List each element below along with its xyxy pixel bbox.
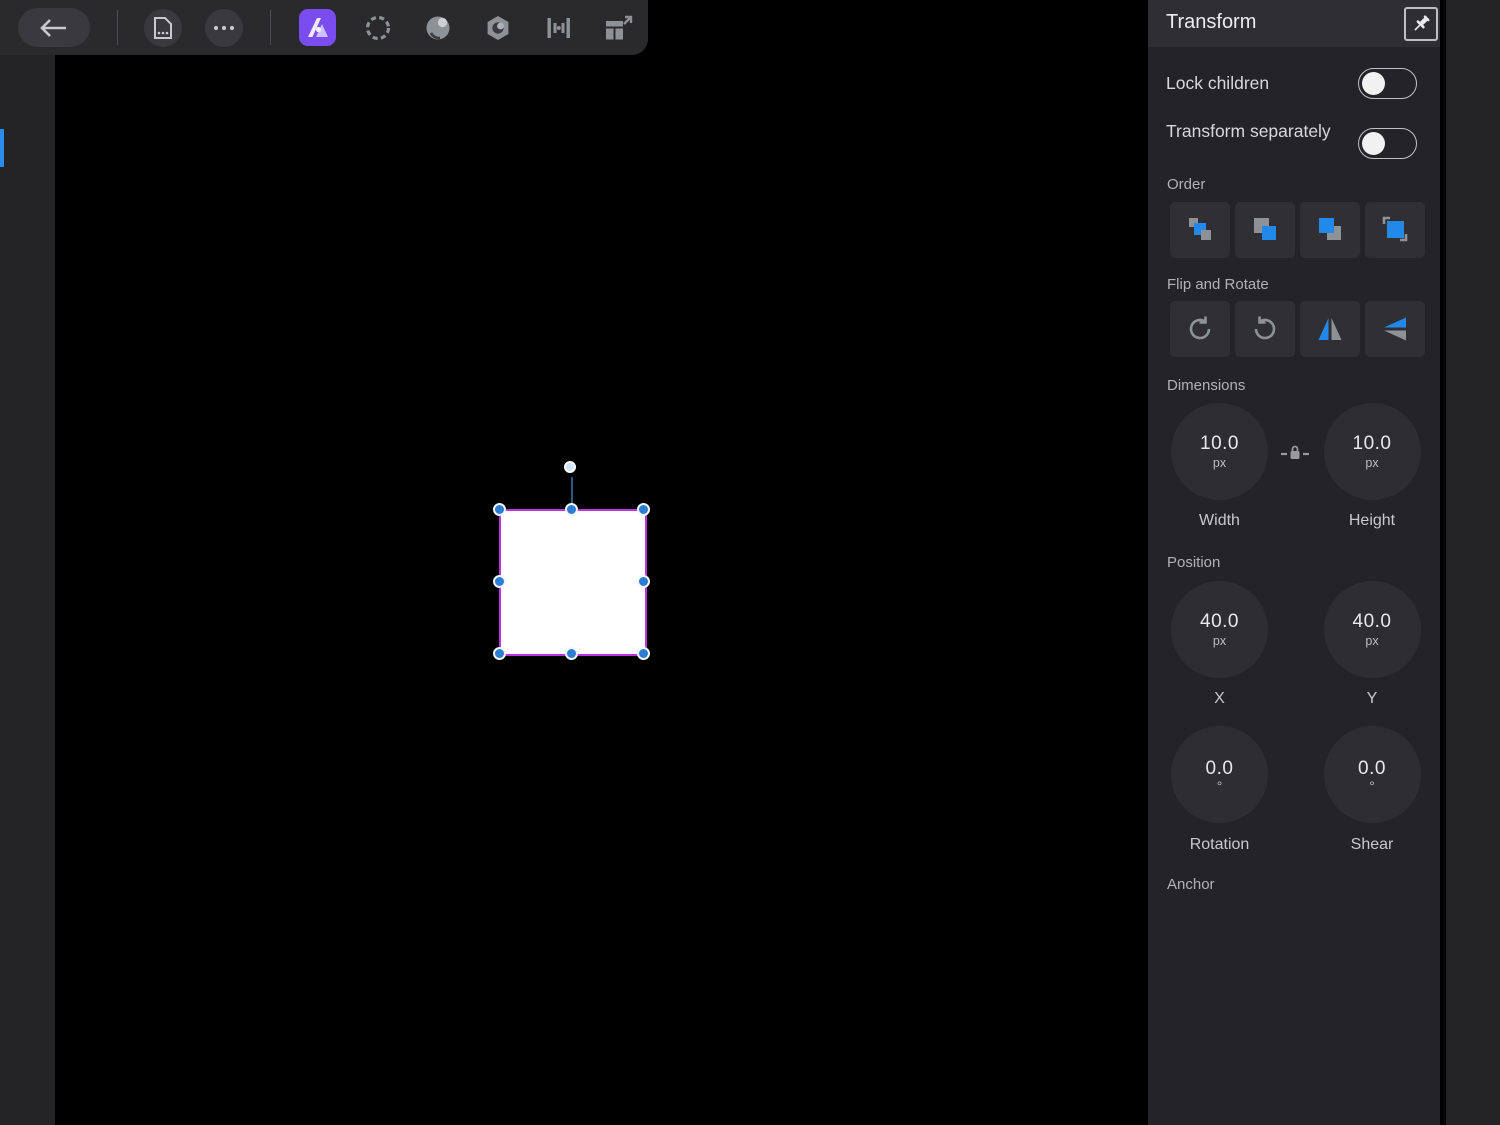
flip-rotate-section-label: Flip and Rotate [1167, 276, 1269, 293]
width-label: Width [1155, 512, 1285, 530]
tools-sidebar [0, 0, 55, 1125]
y-dial[interactable]: 40.0 px [1324, 581, 1421, 678]
lock-icon [1281, 444, 1309, 462]
shear-label: Shear [1307, 836, 1437, 854]
transform-panel: Transform Lock children Transform separa… [1148, 0, 1440, 1125]
link-dimensions-lock[interactable] [1281, 444, 1309, 467]
forward-one-button[interactable] [1300, 202, 1360, 258]
panel-header: Transform [1148, 0, 1440, 47]
position-section-label: Position [1167, 554, 1220, 571]
more-options-button[interactable] [205, 9, 243, 47]
selection-handle-s[interactable] [565, 647, 578, 660]
liquify-icon [423, 13, 453, 43]
shear-dial[interactable]: 0.0 ° [1324, 726, 1421, 823]
x-dial[interactable]: 40.0 px [1171, 581, 1268, 678]
selection-handle-w[interactable] [493, 575, 506, 588]
lock-children-label: Lock children [1166, 72, 1356, 94]
persona-liquify[interactable] [419, 9, 456, 46]
persona-export[interactable] [599, 9, 636, 46]
move-to-back-icon [1183, 214, 1217, 246]
rotation-dial[interactable]: 0.0 ° [1171, 726, 1268, 823]
rotate-cw-icon [1184, 313, 1216, 345]
studio-sidebar [1443, 0, 1500, 1125]
x-label: X [1155, 690, 1285, 708]
selection-handle-e[interactable] [637, 575, 650, 588]
flip-horizontal-icon [1314, 313, 1346, 345]
anchor-section-label: Anchor [1167, 876, 1215, 893]
toolbar-divider [270, 10, 271, 45]
selection-handle-ne[interactable] [637, 503, 650, 516]
pin-panel-button[interactable] [1404, 7, 1438, 41]
persona-photo-active[interactable] [299, 9, 336, 46]
transform-separately-label: Transform separately [1166, 120, 1356, 142]
lock-children-toggle[interactable] [1358, 68, 1417, 99]
flip-horizontal-button[interactable] [1300, 301, 1360, 357]
panel-title: Transform [1166, 11, 1256, 34]
back-button[interactable] [18, 8, 90, 47]
export-layout-icon [602, 12, 634, 44]
dimensions-section-label: Dimensions [1167, 377, 1245, 394]
selection-handle-sw[interactable] [493, 647, 506, 660]
transform-separately-toggle[interactable] [1358, 128, 1417, 159]
rotation-handle[interactable] [564, 461, 576, 473]
move-to-front-icon [1378, 214, 1412, 246]
dashed-circle-icon [363, 13, 393, 43]
flip-vertical-button[interactable] [1365, 301, 1425, 357]
forward-one-icon [1313, 214, 1347, 246]
selection-handle-nw[interactable] [493, 503, 506, 516]
toolbar-divider [117, 10, 118, 45]
move-to-back-button[interactable] [1170, 202, 1230, 258]
document-menu-button[interactable] [144, 9, 182, 47]
pushpin-icon [1409, 12, 1433, 36]
height-dial[interactable]: 10.0 px [1324, 403, 1421, 500]
selection-handle-se[interactable] [637, 647, 650, 660]
tone-bars-icon [543, 13, 573, 43]
ellipsis-icon [212, 24, 236, 32]
move-to-front-button[interactable] [1365, 202, 1425, 258]
persona-tonemapping[interactable] [539, 9, 576, 46]
top-toolbar [0, 0, 648, 55]
toggle-knob [1362, 72, 1385, 95]
develop-hexagon-icon [483, 13, 513, 43]
order-section-label: Order [1167, 176, 1205, 193]
back-one-icon [1248, 214, 1282, 246]
flip-vertical-icon [1379, 313, 1411, 345]
rotate-clockwise-button[interactable] [1170, 301, 1230, 357]
width-dial[interactable]: 10.0 px [1171, 403, 1268, 500]
persona-develop[interactable] [479, 9, 516, 46]
persona-selections[interactable] [359, 9, 396, 46]
app-window: A [0, 0, 1500, 1125]
toggle-knob [1362, 132, 1385, 155]
back-arrow-icon [36, 16, 72, 40]
active-tool-indicator [0, 129, 4, 167]
rotation-label: Rotation [1155, 836, 1285, 854]
selection-handle-n[interactable] [565, 503, 578, 516]
rotate-ccw-icon [1249, 313, 1281, 345]
rotate-counterclockwise-button[interactable] [1235, 301, 1295, 357]
affinity-logo-icon [303, 13, 333, 43]
height-label: Height [1307, 512, 1437, 530]
y-label: Y [1307, 690, 1437, 708]
selected-object[interactable] [501, 511, 645, 654]
document-icon [152, 16, 174, 40]
back-one-button[interactable] [1235, 202, 1295, 258]
